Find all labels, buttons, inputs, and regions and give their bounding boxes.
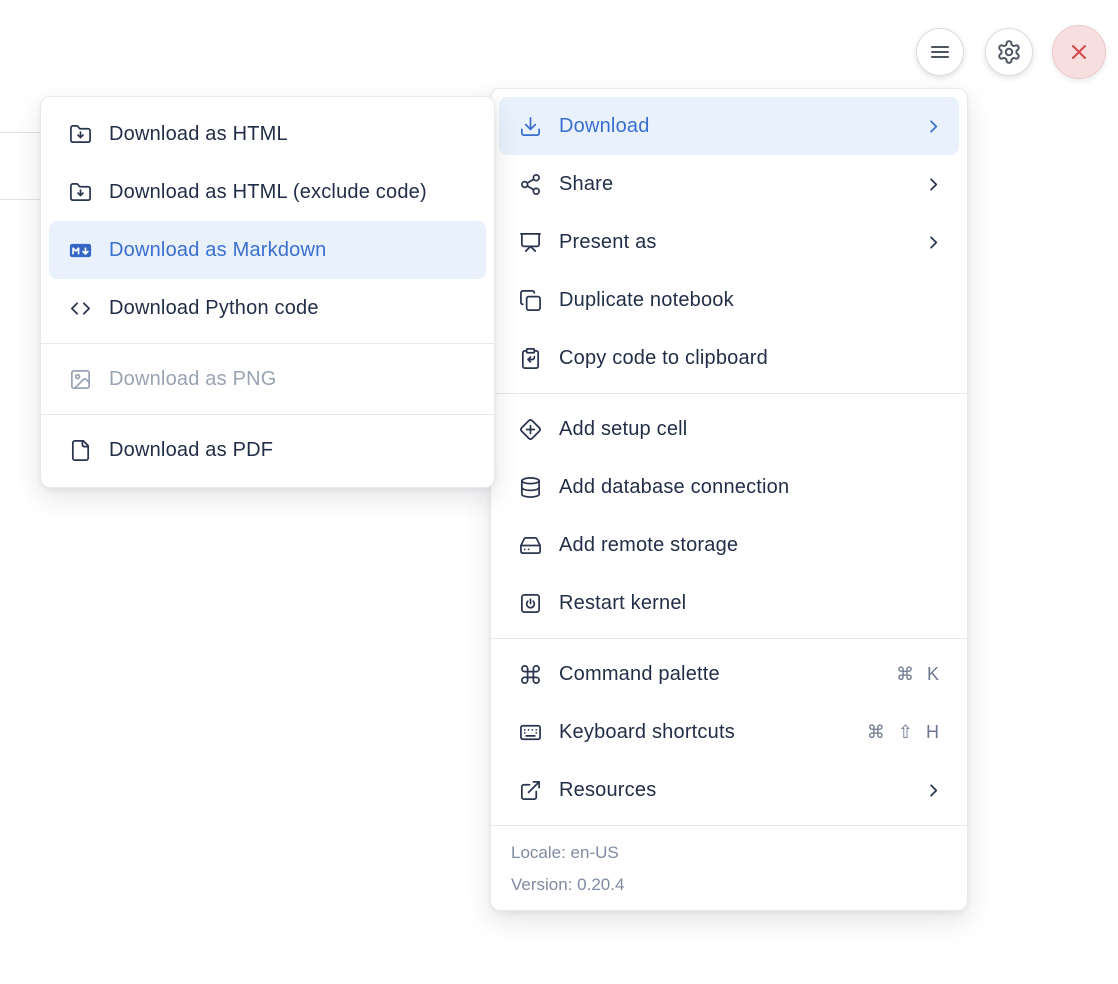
menu-divider <box>491 638 967 639</box>
submenu-item-label: Download as PNG <box>109 368 470 391</box>
submenu-divider <box>41 343 494 344</box>
menu-divider <box>491 393 967 394</box>
shortcut-hint: ⌘ K <box>896 664 943 685</box>
chevron-right-icon <box>924 175 943 194</box>
clipboard-paste-icon <box>519 347 542 370</box>
menu-item-label: Add remote storage <box>559 534 943 557</box>
copy-icon <box>519 289 542 312</box>
chevron-right-icon <box>924 781 943 800</box>
notebook-actions-menu: Download Share Present as Duplicate note… <box>490 88 968 911</box>
menu-item-restart-kernel[interactable]: Restart kernel <box>491 574 967 632</box>
menu-item-label: Share <box>559 173 907 196</box>
menu-item-label: Download <box>559 115 907 138</box>
menu-item-resources[interactable]: Resources <box>491 761 967 819</box>
image-icon <box>69 368 92 391</box>
settings-button[interactable] <box>985 28 1033 76</box>
submenu-item-download-as-html-exclude-code[interactable]: Download as HTML (exclude code) <box>41 163 494 221</box>
menu-item-command-palette[interactable]: Command palette ⌘ K <box>491 645 967 703</box>
menu-item-add-remote-storage[interactable]: Add remote storage <box>491 516 967 574</box>
menu-item-label: Resources <box>559 779 907 802</box>
version-text: Version: 0.20.4 <box>511 869 947 901</box>
menu-item-add-setup-cell[interactable]: Add setup cell <box>491 400 967 458</box>
menu-item-download[interactable]: Download <box>499 97 959 155</box>
gear-icon <box>996 39 1022 65</box>
menu-item-duplicate-notebook[interactable]: Duplicate notebook <box>491 271 967 329</box>
shortcut-hint: ⌘ ⇧ H <box>867 722 943 743</box>
locale-text: Locale: en-US <box>511 837 947 869</box>
submenu-item-label: Download as HTML <box>109 123 470 146</box>
menu-item-label: Keyboard shortcuts <box>559 721 850 744</box>
menu-button[interactable] <box>916 28 964 76</box>
power-square-icon <box>519 592 542 615</box>
hamburger-icon <box>928 40 952 64</box>
submenu-item-download-as-html[interactable]: Download as HTML <box>41 105 494 163</box>
diamond-plus-icon <box>519 418 542 441</box>
menu-item-keyboard-shortcuts[interactable]: Keyboard shortcuts ⌘ ⇧ H <box>491 703 967 761</box>
menu-item-copy-code-to-clipboard[interactable]: Copy code to clipboard <box>491 329 967 387</box>
page-underlay-line <box>0 132 41 133</box>
download-icon <box>519 115 542 138</box>
download-submenu: Download as HTML Download as HTML (exclu… <box>40 96 495 488</box>
menu-item-present-as[interactable]: Present as <box>491 213 967 271</box>
submenu-item-download-as-markdown[interactable]: Download as Markdown <box>49 221 486 279</box>
menu-item-share[interactable]: Share <box>491 155 967 213</box>
share-icon <box>519 173 542 196</box>
menu-item-label: Copy code to clipboard <box>559 347 943 370</box>
markdown-icon <box>69 239 92 262</box>
command-icon <box>519 663 542 686</box>
menu-item-label: Present as <box>559 231 907 254</box>
file-icon <box>69 439 92 462</box>
submenu-item-label: Download as Markdown <box>109 239 470 262</box>
presentation-icon <box>519 231 542 254</box>
submenu-item-download-python-code[interactable]: Download Python code <box>41 279 494 337</box>
folder-download-icon <box>69 181 92 204</box>
submenu-item-label: Download as PDF <box>109 439 470 462</box>
menu-item-label: Add setup cell <box>559 418 943 441</box>
menu-item-add-database-connection[interactable]: Add database connection <box>491 458 967 516</box>
menu-item-label: Restart kernel <box>559 592 943 615</box>
menu-item-label: Duplicate notebook <box>559 289 943 312</box>
submenu-divider <box>41 414 494 415</box>
submenu-item-label: Download as HTML (exclude code) <box>109 181 470 204</box>
menu-item-label: Command palette <box>559 663 879 686</box>
close-icon <box>1067 40 1091 64</box>
database-icon <box>519 476 542 499</box>
code-icon <box>69 297 92 320</box>
submenu-item-download-as-pdf[interactable]: Download as PDF <box>41 421 494 479</box>
external-link-icon <box>519 779 542 802</box>
submenu-item-download-as-png: Download as PNG <box>41 350 494 408</box>
close-button[interactable] <box>1052 25 1106 79</box>
chevron-right-icon <box>924 233 943 252</box>
menu-item-label: Add database connection <box>559 476 943 499</box>
page-underlay-line <box>0 199 41 200</box>
chevron-right-icon <box>924 117 943 136</box>
hard-drive-icon <box>519 534 542 557</box>
folder-download-icon <box>69 123 92 146</box>
keyboard-icon <box>519 721 542 744</box>
menu-footer: Locale: en-US Version: 0.20.4 <box>491 825 967 910</box>
submenu-item-label: Download Python code <box>109 297 470 320</box>
